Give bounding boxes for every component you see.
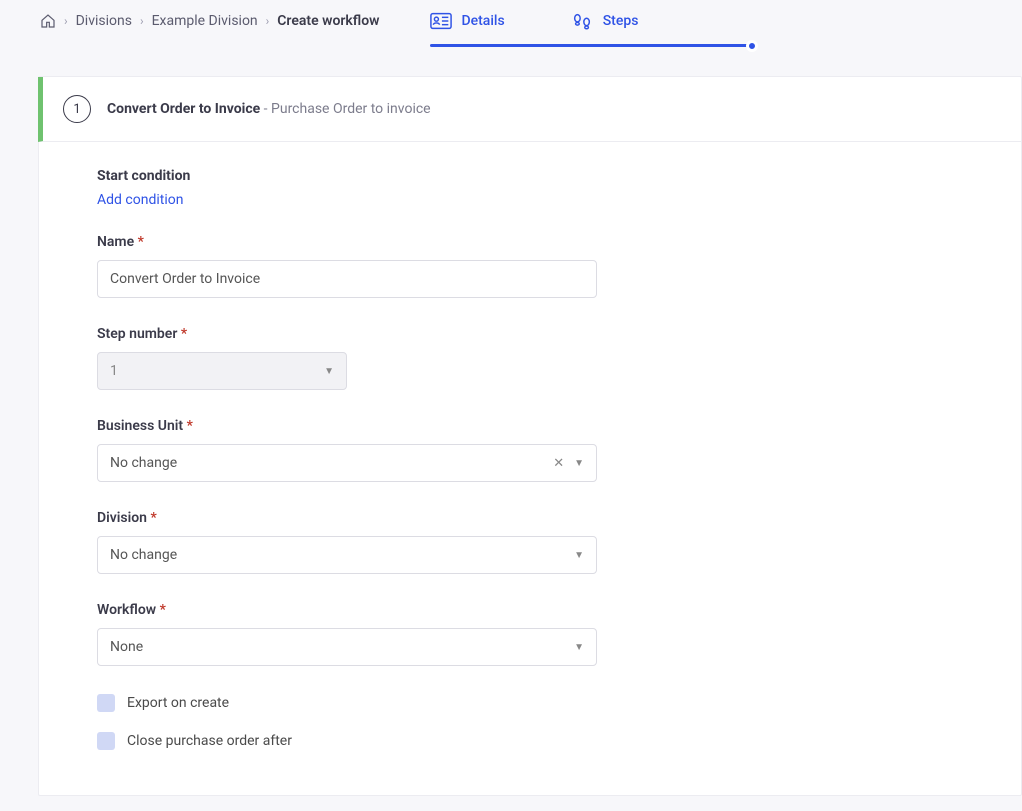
tab-steps[interactable]: Steps bbox=[571, 12, 639, 30]
workflow-value: None bbox=[110, 639, 143, 655]
chevron-down-icon: ▼ bbox=[574, 642, 584, 653]
field-business-unit: Business Unit * No change ✕ ▼ bbox=[97, 418, 669, 482]
required-asterisk: * bbox=[181, 326, 187, 342]
tab-details[interactable]: Details bbox=[430, 12, 505, 30]
footsteps-icon bbox=[571, 12, 593, 30]
business-unit-select[interactable]: No change ✕ ▼ bbox=[97, 444, 597, 482]
name-input[interactable] bbox=[97, 260, 597, 298]
step-subtitle: - Purchase Order to invoice bbox=[264, 101, 431, 117]
business-unit-value: No change bbox=[110, 455, 177, 471]
step-number-circle: 1 bbox=[63, 95, 91, 123]
required-asterisk: * bbox=[138, 234, 144, 250]
start-condition-label: Start condition bbox=[97, 168, 669, 184]
required-asterisk: * bbox=[187, 418, 193, 434]
step-card: 1 Convert Order to Invoice - Purchase Or… bbox=[38, 76, 1022, 796]
workflow-label: Workflow * bbox=[97, 602, 669, 618]
export-on-create-checkbox[interactable] bbox=[97, 694, 115, 712]
step-number-label: Step number * bbox=[97, 326, 669, 342]
required-asterisk: * bbox=[160, 602, 166, 618]
chevron-right-icon: › bbox=[140, 14, 144, 28]
chevron-down-icon: ▼ bbox=[324, 366, 334, 377]
breadcrumb-division-name[interactable]: Example Division bbox=[152, 13, 258, 29]
field-step-number: Step number * 1 ▼ bbox=[97, 326, 669, 390]
division-select[interactable]: No change ▼ bbox=[97, 536, 597, 574]
progress-end-dot bbox=[746, 40, 758, 52]
id-card-icon bbox=[430, 12, 452, 30]
field-workflow: Workflow * None ▼ bbox=[97, 602, 669, 666]
add-condition-link[interactable]: Add condition bbox=[97, 192, 183, 208]
export-on-create-row: Export on create bbox=[97, 694, 669, 712]
step-number: 1 bbox=[73, 102, 80, 117]
breadcrumb-divisions[interactable]: Divisions bbox=[76, 13, 132, 29]
chevron-down-icon: ▼ bbox=[574, 550, 584, 561]
step-card-header: 1 Convert Order to Invoice - Purchase Or… bbox=[38, 77, 1021, 142]
progress-line bbox=[430, 44, 752, 47]
close-po-checkbox[interactable] bbox=[97, 732, 115, 750]
field-name: Name * bbox=[97, 234, 669, 298]
division-value: No change bbox=[110, 547, 177, 563]
export-on-create-label: Export on create bbox=[127, 695, 229, 711]
chevron-right-icon: › bbox=[64, 14, 68, 28]
field-division: Division * No change ▼ bbox=[97, 510, 669, 574]
division-label: Division * bbox=[97, 510, 669, 526]
breadcrumb-current: Create workflow bbox=[277, 13, 379, 29]
close-po-label: Close purchase order after bbox=[127, 733, 292, 749]
step-title-wrap: Convert Order to Invoice - Purchase Orde… bbox=[107, 101, 431, 117]
workflow-select[interactable]: None ▼ bbox=[97, 628, 597, 666]
required-asterisk: * bbox=[150, 510, 156, 526]
chevron-down-icon: ▼ bbox=[574, 458, 584, 469]
business-unit-label: Business Unit * bbox=[97, 418, 669, 434]
step-number-select[interactable]: 1 ▼ bbox=[97, 352, 347, 390]
home-icon[interactable] bbox=[40, 13, 56, 29]
name-label: Name * bbox=[97, 234, 669, 250]
close-po-row: Close purchase order after bbox=[97, 732, 669, 750]
clear-icon[interactable]: ✕ bbox=[553, 456, 564, 471]
breadcrumbs: › Divisions › Example Division › Create … bbox=[40, 13, 380, 29]
step-number-value: 1 bbox=[110, 363, 118, 379]
topbar: › Divisions › Example Division › Create … bbox=[0, 0, 1022, 48]
tab-details-label: Details bbox=[462, 13, 505, 29]
progress-tabs: Details Steps bbox=[430, 12, 639, 30]
tab-steps-label: Steps bbox=[603, 13, 639, 29]
chevron-right-icon: › bbox=[266, 14, 270, 28]
step-title: Convert Order to Invoice bbox=[107, 101, 260, 117]
form-body: Start condition Add condition Name * Ste… bbox=[39, 142, 689, 790]
